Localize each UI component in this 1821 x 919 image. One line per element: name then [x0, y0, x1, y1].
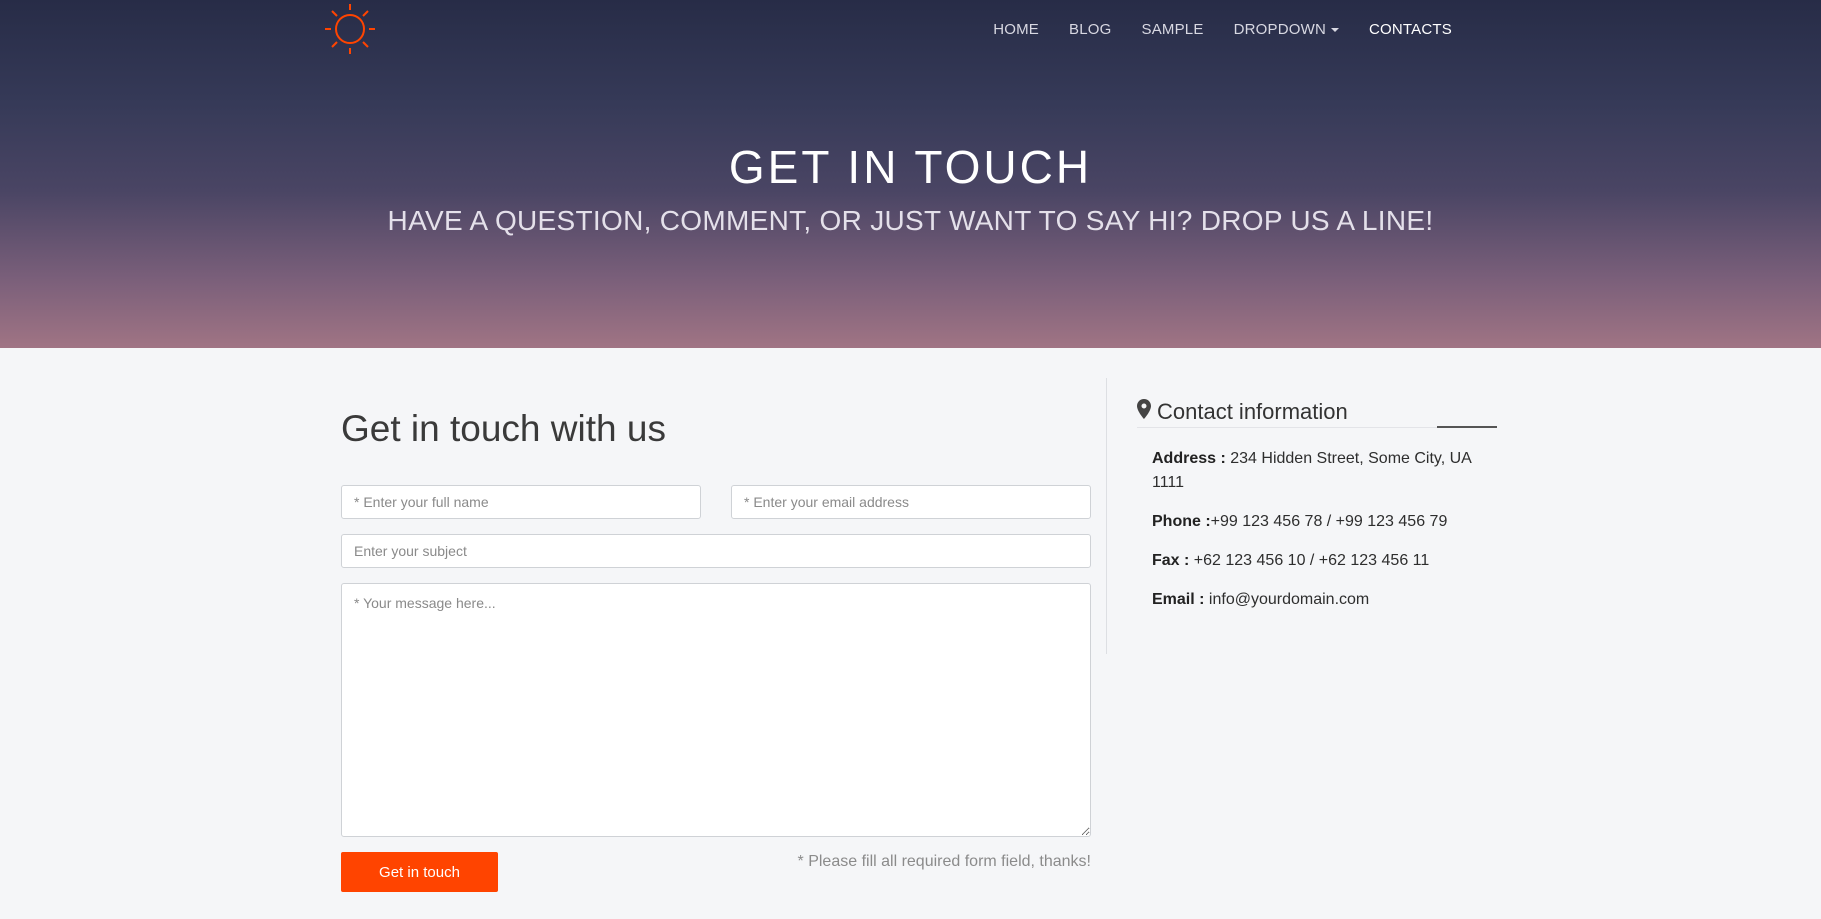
page-title: GET IN TOUCH [728, 141, 1093, 193]
heading-underline-accent [1437, 426, 1497, 428]
hero-banner: HOME BLOG SAMPLE DROPDOWN CONTACTS GET I… [0, 0, 1821, 348]
email-label: Email : [1152, 591, 1205, 608]
email-input[interactable] [731, 485, 1091, 519]
sun-icon[interactable] [323, 2, 377, 56]
contact-phone: Phone :+99 123 456 78 / +99 123 456 79 [1152, 510, 1482, 534]
contact-fax: Fax : +62 123 456 10 / +62 123 456 11 [1152, 549, 1482, 573]
contact-info-heading: Contact information [1137, 399, 1348, 425]
map-marker-icon [1137, 399, 1151, 425]
nav-item-dropdown-label: DROPDOWN [1233, 21, 1326, 38]
phone-label: Phone : [1152, 513, 1211, 530]
contact-info-heading-label: Contact information [1157, 399, 1348, 424]
caret-down-icon [1331, 28, 1339, 33]
page-subtitle: HAVE A QUESTION, COMMENT, OR JUST WANT T… [387, 205, 1434, 236]
fax-value: +62 123 456 10 / +62 123 456 11 [1193, 552, 1430, 569]
nav-item-dropdown[interactable]: DROPDOWN [1219, 18, 1354, 41]
main-nav: HOME BLOG SAMPLE DROPDOWN CONTACTS [978, 18, 1467, 41]
phone-value: +99 123 456 78 / +99 123 456 79 [1210, 513, 1448, 530]
subject-input[interactable] [341, 534, 1091, 568]
column-divider [1106, 378, 1107, 654]
address-label: Address : [1152, 450, 1226, 467]
message-textarea[interactable] [341, 583, 1091, 837]
nav-item-sample[interactable]: SAMPLE [1127, 18, 1219, 41]
fax-label: Fax : [1152, 552, 1190, 569]
form-title: Get in touch with us [341, 408, 666, 449]
contact-details: Address : 234 Hidden Street, Some City, … [1152, 447, 1482, 627]
contact-email: Email : info@yourdomain.com [1152, 588, 1482, 612]
contact-address: Address : 234 Hidden Street, Some City, … [1152, 447, 1482, 495]
nav-item-blog[interactable]: BLOG [1054, 18, 1126, 41]
required-fields-note: * Please fill all required form field, t… [797, 853, 1091, 870]
email-value[interactable]: info@yourdomain.com [1209, 591, 1369, 608]
get-in-touch-button[interactable]: Get in touch [341, 852, 498, 892]
nav-item-contacts[interactable]: CONTACTS [1354, 18, 1467, 41]
nav-item-home[interactable]: HOME [978, 18, 1054, 41]
full-name-input[interactable] [341, 485, 701, 519]
